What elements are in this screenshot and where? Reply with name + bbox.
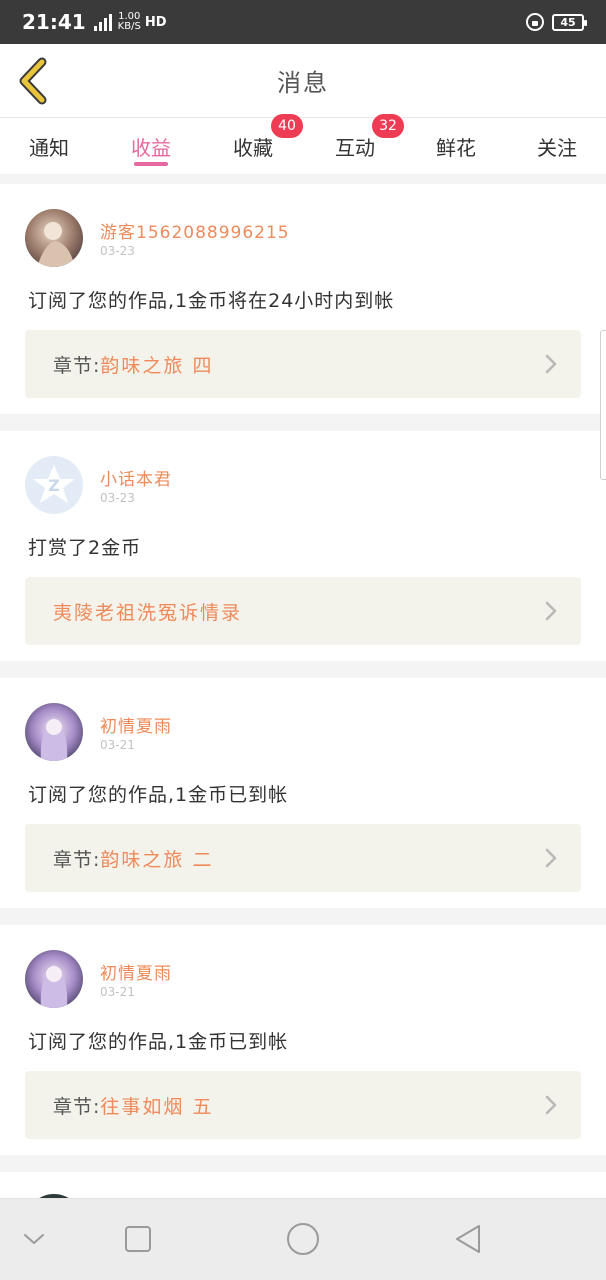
tab-label: 关注 — [537, 135, 577, 160]
chapter-prefix: 章节: — [53, 354, 101, 377]
tab-follow[interactable]: 关注 — [508, 118, 606, 174]
chevron-left-icon — [19, 57, 47, 105]
square-icon — [125, 1226, 151, 1252]
back-nav-button[interactable] — [448, 1219, 488, 1259]
chapter-link[interactable]: 章节: 往事如烟 五 — [25, 1071, 581, 1139]
message-username[interactable]: 初情夏雨 — [100, 959, 172, 984]
avatar[interactable] — [25, 209, 83, 267]
chevron-right-icon — [545, 848, 557, 868]
message-text: 订阅了您的作品,1金币已到帐 — [28, 1031, 289, 1053]
tab-notifications[interactable]: 通知 — [0, 118, 98, 174]
back-button[interactable] — [14, 56, 54, 106]
tab-interactions[interactable]: 互动 32 — [306, 114, 404, 174]
battery-icon: 45 — [552, 13, 587, 31]
message-card: Z 小话本君 03-23 打赏了2金币 夷陵老祖洗冤诉情录 — [0, 431, 606, 661]
network-speed: 1.00 KB/S — [117, 11, 141, 32]
message-date: 03-21 — [100, 738, 135, 752]
chapter-prefix: 章节: — [53, 848, 101, 871]
hd-indicator: HD — [144, 14, 167, 30]
message-username[interactable]: 游客1562088996215 — [100, 218, 290, 243]
chapter-title: 往事如烟 五 — [100, 1095, 214, 1118]
chevron-right-icon — [545, 1095, 557, 1115]
message-date: 03-23 — [100, 244, 135, 258]
message-text: 订阅了您的作品,1金币已到帐 — [28, 784, 289, 806]
tab-label: 通知 — [29, 135, 69, 160]
message-list: 游客1562088996215 03-23 订阅了您的作品,1金币将在24小时内… — [0, 184, 606, 1198]
active-tab-indicator — [134, 162, 168, 166]
chevron-down-icon — [24, 1234, 44, 1244]
tab-favorites[interactable]: 收藏 40 — [204, 114, 303, 174]
tab-earnings[interactable]: 收益 — [102, 118, 200, 174]
favorites-badge: 40 — [271, 114, 303, 138]
circle-icon — [287, 1223, 319, 1255]
system-nav-bar — [0, 1198, 606, 1280]
status-time: 21:41 — [22, 10, 86, 34]
chapter-link[interactable]: 章节: 韵味之旅 四 — [25, 330, 581, 398]
chevron-right-icon — [545, 601, 557, 621]
message-card: 游客1562088996215 03-23 订阅了您的作品,1金币将在24小时内… — [0, 184, 606, 414]
chapter-title: 夷陵老祖洗冤诉情录 — [53, 601, 243, 624]
tab-label: 收藏 — [233, 135, 273, 160]
avatar[interactable] — [25, 950, 83, 1008]
avatar[interactable]: Z — [25, 456, 83, 514]
tab-bar: 通知 收益 收藏 40 互动 32 鲜花 关注 — [0, 114, 606, 174]
chapter-link[interactable]: 章节: 韵味之旅 二 — [25, 824, 581, 892]
message-text: 打赏了2金币 — [28, 537, 142, 559]
chevron-right-icon — [545, 354, 557, 374]
tab-label: 收益 — [131, 135, 171, 160]
message-username[interactable]: 小话本君 — [100, 465, 172, 490]
message-card: 初情夏雨 03-21 订阅了您的作品,1金币已到帐 章节: 韵味之旅 二 — [0, 678, 606, 908]
message-card — [0, 1172, 606, 1198]
hide-nav-button[interactable] — [14, 1219, 54, 1259]
interactions-badge: 32 — [372, 114, 404, 138]
chapter-prefix: 章节: — [53, 1095, 101, 1118]
chapter-title: 韵味之旅 四 — [100, 354, 214, 377]
signal-icon — [93, 13, 112, 31]
page-title: 消息 — [277, 69, 329, 97]
tab-flowers[interactable]: 鲜花 — [408, 118, 504, 174]
status-bar: 21:41 1.00 KB/S HD 45 — [0, 0, 606, 44]
svg-text:Z: Z — [48, 476, 60, 495]
message-card: 初情夏雨 03-21 订阅了您的作品,1金币已到帐 章节: 往事如烟 五 — [0, 925, 606, 1155]
triangle-back-icon — [456, 1225, 480, 1253]
home-button[interactable] — [283, 1219, 323, 1259]
message-date: 03-21 — [100, 985, 135, 999]
scrollbar[interactable] — [600, 330, 606, 480]
message-date: 03-23 — [100, 491, 135, 505]
rotation-lock-icon — [526, 13, 544, 31]
chapter-link[interactable]: 夷陵老祖洗冤诉情录 — [25, 577, 581, 645]
message-text: 订阅了您的作品,1金币将在24小时内到帐 — [28, 290, 395, 312]
chapter-title: 韵味之旅 二 — [100, 848, 214, 871]
tab-label: 鲜花 — [436, 135, 476, 160]
avatar[interactable] — [25, 703, 83, 761]
recent-apps-button[interactable] — [118, 1219, 158, 1259]
message-username[interactable]: 初情夏雨 — [100, 712, 172, 737]
tab-label: 互动 — [335, 135, 375, 160]
app-header: 消息 — [0, 44, 606, 118]
